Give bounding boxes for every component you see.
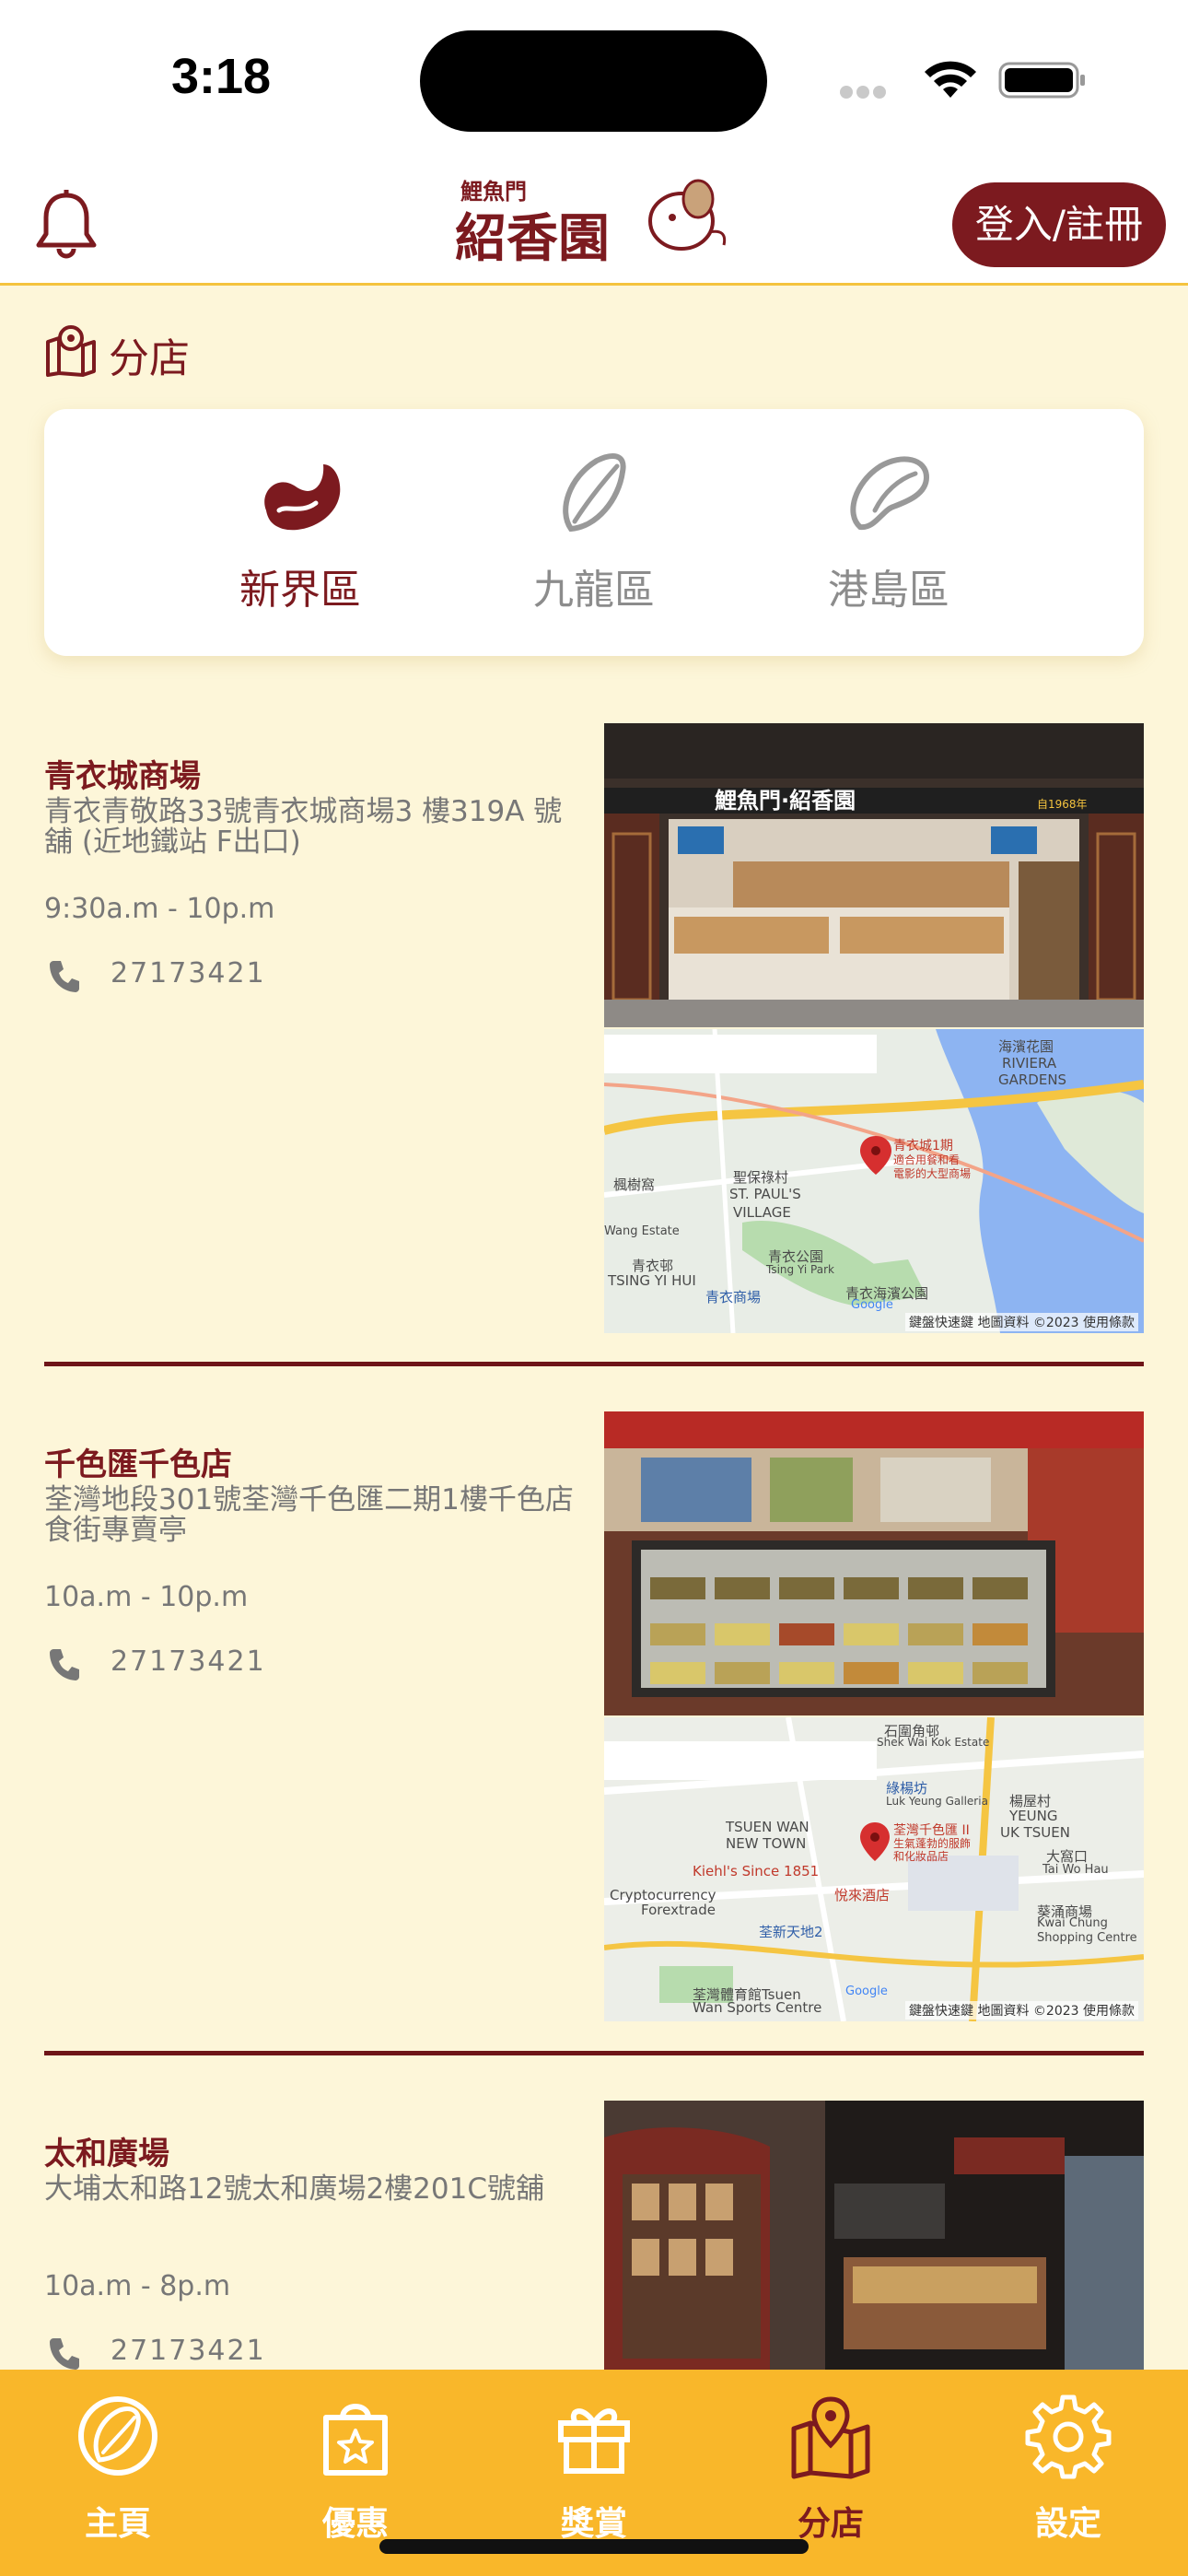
divider — [44, 2051, 1144, 2055]
map-label: 楓樹窩 — [613, 1177, 656, 1193]
tab-label: 港島區 — [828, 567, 949, 614]
map-label: 聖保祿村 — [733, 1169, 789, 1186]
map-label: Kiehl's Since 1851 — [693, 1863, 820, 1879]
bell-icon[interactable] — [33, 188, 99, 262]
store-map[interactable]: 石圍角邨 Shek Wai Kok Estate 綠楊坊 Luk Yeung G… — [604, 1717, 1144, 2021]
map-label: 和化妝品店 — [893, 1850, 949, 1863]
nav-label: 獎賞 — [560, 2505, 627, 2543]
google-logo: Google — [845, 1985, 888, 1998]
tab-kowloon[interactable]: 九龍區 — [456, 446, 732, 630]
nav-settings[interactable]: 設定 — [976, 2392, 1160, 2548]
shopping-bag-star-icon — [323, 2404, 388, 2476]
divider — [44, 1362, 1144, 1366]
map-label: Forextrade — [641, 1902, 716, 1918]
login-register-button[interactable]: 登入/註冊 — [952, 182, 1166, 267]
app-header: 鯉魚門 紹香園 登入/註冊 — [0, 157, 1188, 286]
store-hours: 10a.m - 8p.m — [44, 2270, 231, 2302]
cashew-icon — [264, 464, 341, 531]
map-label: Tai Wo Hau — [1042, 1863, 1109, 1877]
store-hours: 10a.m - 10p.m — [44, 1581, 249, 1613]
map-footer: 鍵盤快速鍵 地圖資料 ©2023 使用條款 — [905, 1313, 1138, 1331]
phone-icon — [50, 961, 79, 992]
map-label: GARDENS — [998, 1071, 1067, 1088]
pistachio-icon — [850, 456, 930, 531]
logo-text-large: 紹香園 — [455, 209, 610, 269]
map-pin-icon — [46, 325, 96, 377]
map-label: Wan Sports Centre — [693, 1999, 822, 2016]
map-label: 青衣商場 — [705, 1289, 762, 1306]
map-label: Wang Estate — [604, 1224, 680, 1238]
status-bar: 3:18 — [0, 0, 1188, 157]
map-label: RIVIERA — [1002, 1055, 1057, 1071]
map-label: UK TSUEN — [1000, 1824, 1070, 1841]
phone-icon — [50, 1649, 79, 1680]
tab-new-territories[interactable]: 新界區 — [162, 446, 438, 630]
store-phone: 27173421 — [111, 2335, 266, 2367]
dynamic-island — [420, 30, 767, 132]
tab-hong-kong-island[interactable]: 港島區 — [751, 446, 1027, 630]
nav-label: 優惠 — [321, 2505, 389, 2543]
map-label: Kwai Chung — [1037, 1916, 1108, 1930]
region-selector: 新界區 九龍區 港島區 — [44, 409, 1144, 656]
map-label: Luk Yeung Galleria — [886, 1795, 988, 1808]
tab-label: 新界區 — [239, 567, 361, 614]
nav-stores[interactable]: 分店 — [739, 2392, 923, 2548]
store-address: 荃灣地段301號荃灣千色匯二期1樓千色店食街專賣亭 — [44, 1483, 574, 1547]
home-indicator[interactable] — [379, 2539, 809, 2554]
store-photo: 鯉魚門·紹香園 自1968年 — [604, 723, 1144, 1027]
store-card[interactable]: 太和廣場 大埔太和路12號太和廣場2樓201C號舖 10a.m - 8p.m 2… — [44, 2101, 1144, 2370]
almond-icon — [78, 2396, 157, 2476]
map-label: VILLAGE — [733, 1204, 791, 1221]
status-time: 3:18 — [171, 49, 272, 104]
store-phone: 27173421 — [111, 957, 266, 989]
phone-icon — [50, 2338, 79, 2370]
store-card[interactable]: 青衣城商場 青衣青敬路33號青衣城商場3 樓319A 號舖 (近地鐵站 F出口)… — [44, 723, 1144, 1341]
store-phone: 27173421 — [111, 1645, 266, 1678]
map-label: YEUNG — [1009, 1808, 1058, 1824]
map-label: Shopping Centre — [1037, 1931, 1137, 1945]
brand-logo: 鯉魚門 紹香園 — [451, 168, 737, 269]
nav-offers[interactable]: 優惠 — [263, 2392, 448, 2548]
map-pin-icon — [791, 2396, 870, 2479]
map-label: 荃新天地2 — [759, 1924, 823, 1940]
map-label: 海濱花園 — [998, 1038, 1054, 1055]
cellular-signal-icon — [840, 85, 904, 99]
store-name: 千色匯千色店 — [44, 1446, 232, 1483]
map-label: 電影的大型商場 — [893, 1167, 972, 1180]
store-sign-text: 鯉魚門·紹香園 — [715, 788, 856, 814]
google-logo: Google — [851, 1298, 893, 1312]
logo-text-small: 鯉魚門 — [460, 179, 527, 205]
store-photo — [604, 2101, 1144, 2370]
store-address: 青衣青敬路33號青衣城商場3 樓319A 號舖 (近地鐵站 F出口) — [44, 795, 563, 859]
gift-icon — [558, 2408, 630, 2474]
map-label: Tsing Yi Park — [766, 1263, 834, 1276]
map-footer: 鍵盤快速鍵 地圖資料 ©2023 使用條款 — [905, 2001, 1138, 2020]
page-title: 分店 — [109, 335, 190, 382]
store-sign-badge: 自1968年 — [1037, 798, 1088, 811]
map-label: NEW TOWN — [726, 1835, 807, 1852]
nav-label: 分店 — [797, 2505, 864, 2543]
map-label: TSING YI HUI — [608, 1272, 696, 1289]
store-name: 太和廣場 — [44, 2136, 169, 2172]
nav-home[interactable]: 主頁 — [26, 2392, 210, 2548]
store-map[interactable]: 海濱花園 RIVIERA GARDENS 青衣城1期 適合用餐和看 電影的大型商… — [604, 1029, 1144, 1333]
tab-label: 九龍區 — [533, 567, 655, 614]
map-label: TSUEN WAN — [726, 1819, 809, 1835]
gear-icon — [1025, 2395, 1112, 2479]
battery-icon — [998, 62, 1085, 99]
nav-label: 設定 — [1034, 2505, 1101, 2543]
store-hours: 9:30a.m - 10p.m — [44, 893, 275, 925]
map-label: 悅來酒店 — [834, 1887, 891, 1903]
nav-rewards[interactable]: 獎賞 — [502, 2392, 686, 2548]
map-label: Shek Wai Kok Estate — [877, 1736, 990, 1749]
store-address: 大埔太和路12號太和廣場2樓201C號舖 — [44, 2172, 544, 2206]
nav-label: 主頁 — [84, 2505, 151, 2543]
map-label: ST. PAUL'S — [729, 1186, 801, 1202]
store-name: 青衣城商場 — [44, 758, 201, 795]
almond-icon — [563, 453, 626, 533]
wifi-icon — [925, 61, 976, 98]
store-photo — [604, 1411, 1144, 1715]
store-card[interactable]: 千色匯千色店 荃灣地段301號荃灣千色匯二期1樓千色店食街專賣亭 10a.m -… — [44, 1411, 1144, 2029]
